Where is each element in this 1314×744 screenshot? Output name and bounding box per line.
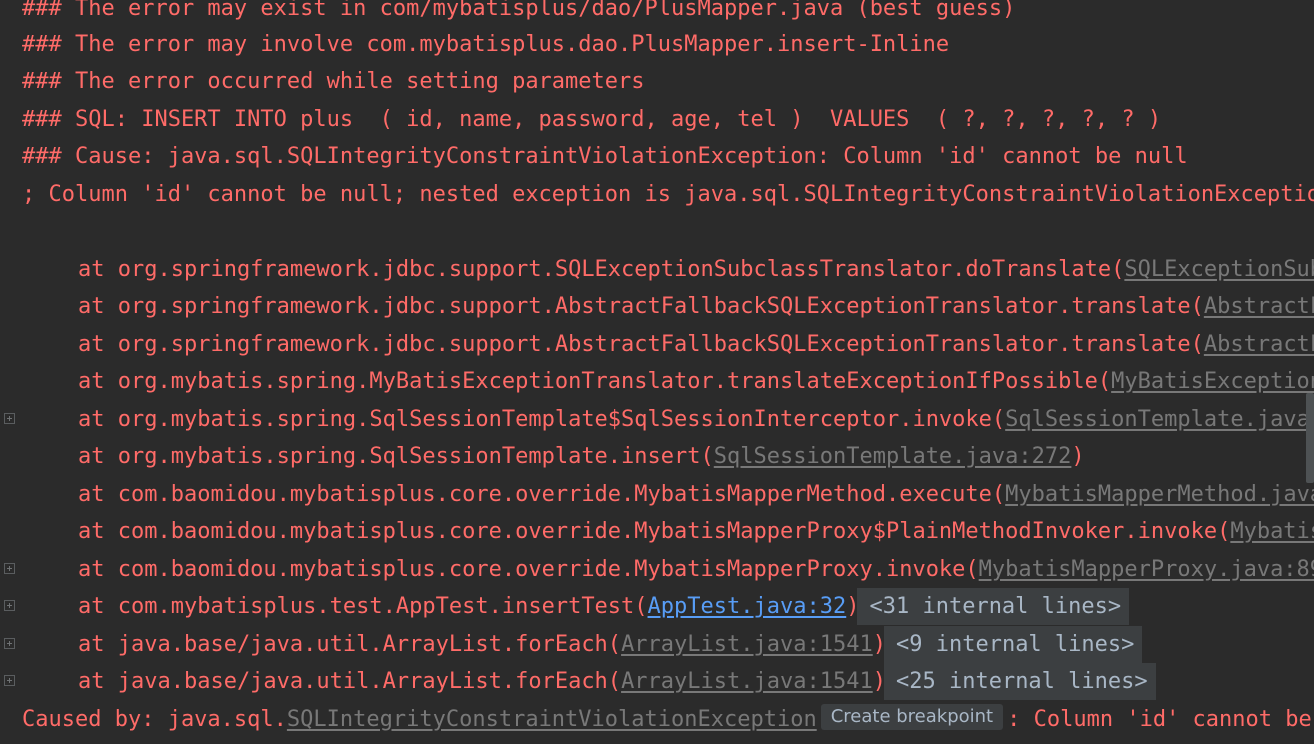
plus-square-icon[interactable] (4, 600, 15, 611)
frame-method: at org.mybatis.spring.MyBatisExceptionTr… (78, 369, 1112, 394)
caused-by-message: : Column 'id' cannot be null (1007, 707, 1312, 732)
sql-text: ### SQL: INSERT INTO plus ( id, name, pa… (22, 107, 1162, 132)
source-link[interactable]: SqlSessionTemplate.java:272 (714, 444, 1072, 469)
frame-method: at org.springframework.jdbc.support.Abst… (78, 332, 1204, 357)
error-text: ### The error may involve com.mybatisplu… (22, 32, 950, 57)
console-line: ### The error occurred while setting par… (0, 63, 1314, 100)
stack-frame: at org.mybatis.spring.SqlSessionTemplate… (0, 438, 1314, 475)
source-link[interactable]: MybatisMapperMethod.java:59 (1005, 482, 1314, 507)
cause-text: ### Cause: java.sql.SQLIntegrityConstrai… (22, 144, 1188, 169)
error-text: ### The error occurred while setting par… (22, 69, 645, 94)
frame-method: at org.springframework.jdbc.support.SQLE… (78, 257, 1125, 282)
source-link[interactable]: SqlSessionTemplate.java:441 (1005, 407, 1314, 432)
source-link[interactable]: AppTest.java:32 (648, 594, 847, 619)
frame-method: at java.base/java.util.ArrayList.forEach… (78, 669, 622, 694)
frame-method: at com.baomidou.mybatisplus.core.overrid… (78, 519, 1231, 544)
frame-method: at org.springframework.jdbc.support.Abst… (78, 294, 1204, 319)
plus-square-icon[interactable] (4, 675, 15, 686)
frame-method: at org.mybatis.spring.SqlSessionTemplate… (78, 407, 1006, 432)
scrollbar-thumb[interactable] (1306, 393, 1314, 483)
plus-square-icon[interactable] (4, 413, 15, 424)
stack-frame: at com.baomidou.mybatisplus.core.overrid… (0, 513, 1314, 550)
source-link[interactable]: MybatisMapperProxy.java:148 (1230, 519, 1314, 544)
stack-frame: at com.mybatisplus.test.AppTest.insertTe… (0, 588, 1314, 625)
frame-method: at com.mybatisplus.test.AppTest.insertTe… (78, 594, 648, 619)
create-breakpoint-button[interactable]: Create breakpoint (820, 704, 1004, 730)
source-link[interactable]: AbstractFallbackSQLExceptionTranslator.j… (1204, 294, 1314, 319)
frame-method: at org.mybatis.spring.SqlSessionTemplate… (78, 444, 714, 469)
stack-frame: at org.mybatis.spring.MyBatisExceptionTr… (0, 363, 1314, 400)
source-link[interactable]: SQLExceptionSubclassTranslator.java:87 (1124, 257, 1314, 282)
console-line: ### The error may involve com.mybatisplu… (0, 26, 1314, 63)
source-link[interactable]: MyBatisExceptionTranslator.java:91 (1111, 369, 1314, 394)
stack-frame: at org.mybatis.spring.SqlSessionTemplate… (0, 401, 1314, 438)
source-link[interactable]: MybatisMapperProxy.java:89 (979, 557, 1314, 582)
plus-square-icon[interactable] (4, 638, 15, 649)
frame-method: at java.base/java.util.ArrayList.forEach… (78, 632, 622, 657)
console-line: ; Column 'id' cannot be null; nested exc… (0, 176, 1314, 213)
console-output[interactable]: ### The error may exist in com/mybatispl… (0, 0, 1314, 744)
stack-frame: at org.springframework.jdbc.support.SQLE… (0, 251, 1314, 288)
source-link[interactable]: ArrayList.java:1541 (621, 669, 873, 694)
stack-frame: at java.base/java.util.ArrayList.forEach… (0, 626, 1314, 663)
stack-frame: at com.baomidou.mybatisplus.core.overrid… (0, 551, 1314, 588)
internal-lines-fold[interactable]: <25 internal lines> (883, 663, 1156, 700)
frame-close: ) (1071, 444, 1085, 469)
stack-frame: at java.base/java.util.ArrayList.forEach… (0, 663, 1314, 700)
console-line: ### The error may exist in com/mybatispl… (0, 0, 1314, 27)
internal-lines-fold[interactable]: <31 internal lines> (857, 588, 1130, 625)
vertical-scrollbar[interactable] (1306, 0, 1314, 744)
frame-method: at com.baomidou.mybatisplus.core.overrid… (78, 482, 1006, 507)
console-line: ### Cause: java.sql.SQLIntegrityConstrai… (0, 138, 1314, 175)
internal-lines-fold[interactable]: <9 internal lines> (883, 626, 1143, 663)
stack-frame: at org.springframework.jdbc.support.Abst… (0, 326, 1314, 363)
exception-class-link[interactable]: SQLIntegrityConstraintViolationException (287, 707, 817, 732)
console-line: ### SQL: INSERT INTO plus ( id, name, pa… (0, 101, 1314, 138)
error-text: ### The error may exist in com/mybatispl… (22, 0, 1016, 21)
source-link[interactable]: ArrayList.java:1541 (621, 632, 873, 657)
frame-method: at com.baomidou.mybatisplus.core.overrid… (78, 557, 979, 582)
source-link[interactable]: AbstractFallbackSQLExceptionTranslator.j… (1204, 332, 1314, 357)
nested-exception-text: ; Column 'id' cannot be null; nested exc… (22, 182, 1314, 207)
plus-square-icon[interactable] (4, 563, 15, 574)
stack-frame: at com.baomidou.mybatisplus.core.overrid… (0, 476, 1314, 513)
caused-by-line: Caused by: java.sql.SQLIntegrityConstrai… (0, 701, 1314, 738)
stack-frame: at org.springframework.jdbc.support.Abst… (0, 288, 1314, 325)
caused-by-prefix: Caused by: java.sql. (22, 707, 287, 732)
